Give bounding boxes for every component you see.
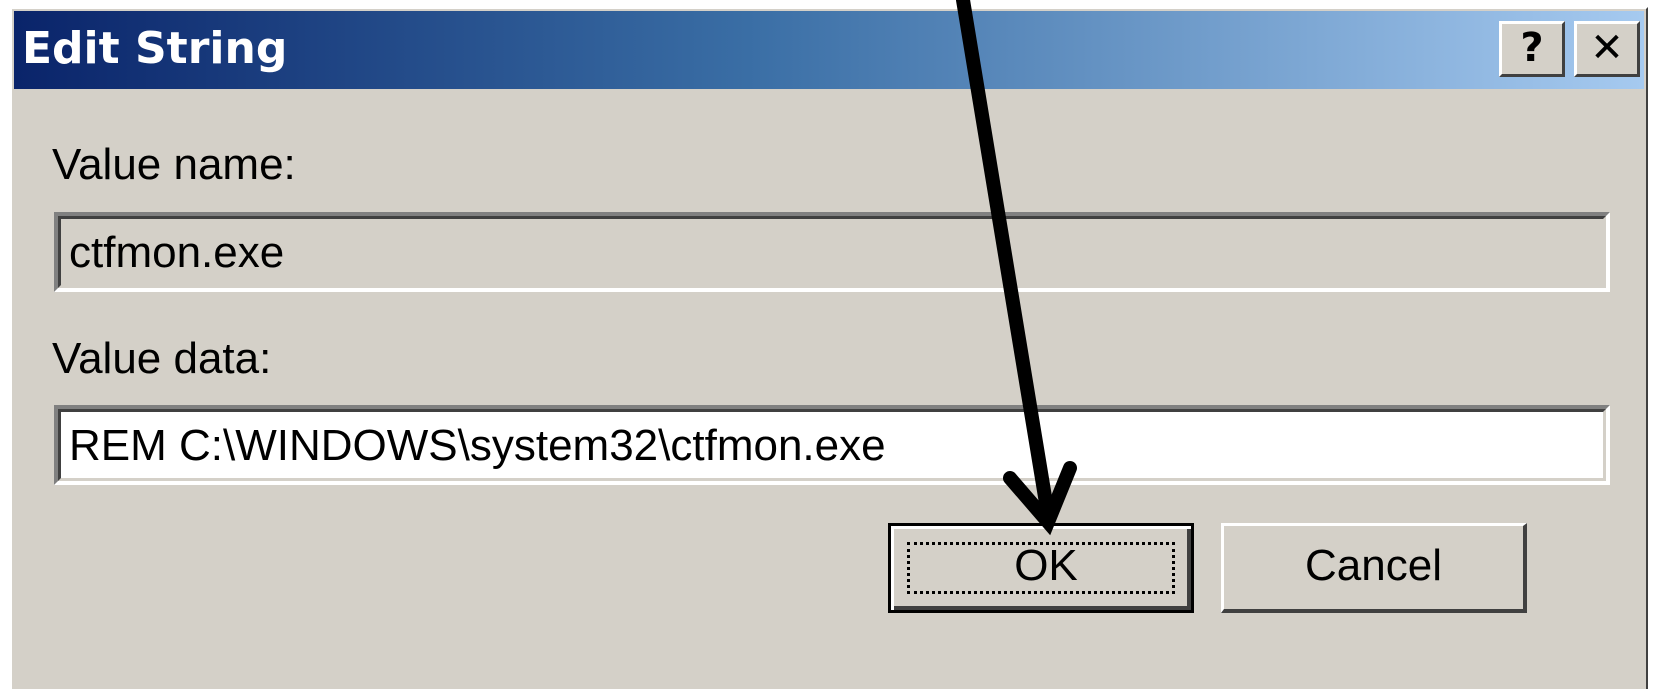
- title-bar[interactable]: Edit String ? ✕: [14, 11, 1644, 89]
- cancel-button-label: Cancel: [1305, 541, 1442, 590]
- value-data-label: Value data:: [52, 334, 272, 383]
- edit-string-dialog: Edit String ? ✕ Value name: ctfmon.exe V…: [10, 7, 1648, 689]
- value-data-text: REM C:\WINDOWS\system32\ctfmon.exe: [58, 409, 1606, 481]
- ok-button[interactable]: OK: [888, 523, 1194, 613]
- cancel-button[interactable]: Cancel: [1221, 523, 1527, 613]
- dialog-title: Edit String: [22, 23, 288, 74]
- ok-button-label: OK: [1014, 541, 1078, 590]
- value-data-input[interactable]: REM C:\WINDOWS\system32\ctfmon.exe: [54, 405, 1610, 485]
- value-name-text: ctfmon.exe: [58, 216, 1606, 288]
- help-button[interactable]: ?: [1499, 21, 1565, 77]
- value-name-field[interactable]: ctfmon.exe: [54, 212, 1610, 292]
- value-name-label: Value name:: [52, 140, 296, 189]
- close-button[interactable]: ✕: [1574, 21, 1640, 77]
- close-icon: ✕: [1590, 25, 1624, 71]
